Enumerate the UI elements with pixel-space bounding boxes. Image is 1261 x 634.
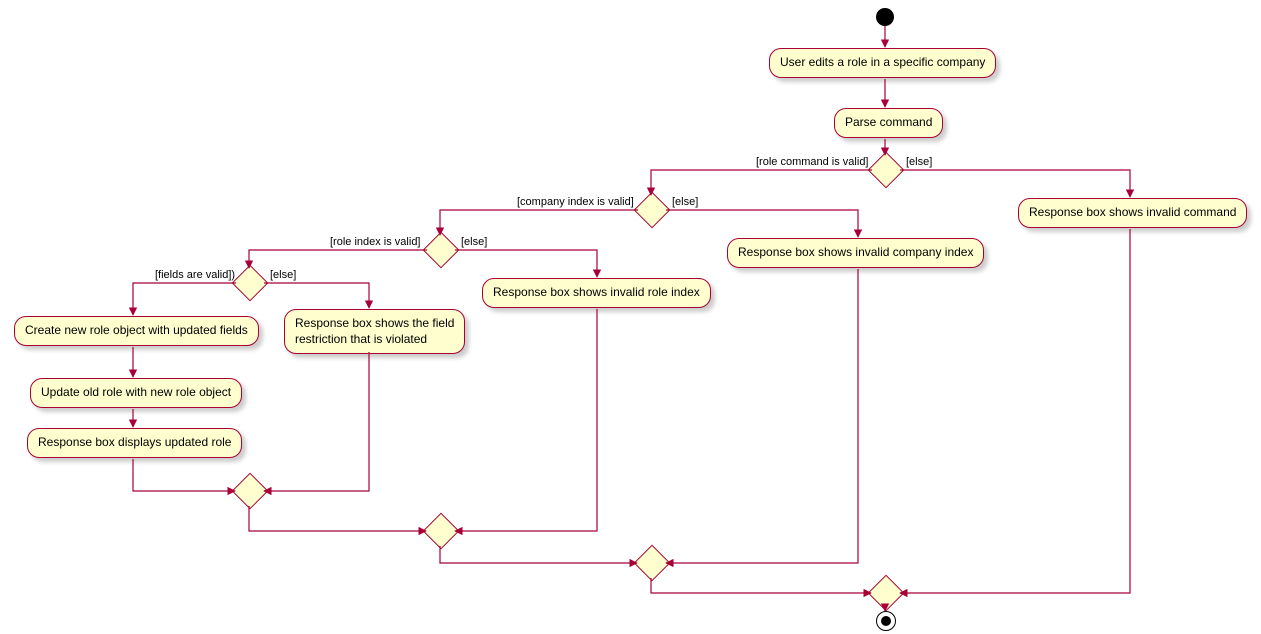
activity-create-role: Create new role object with updated fiel… — [14, 316, 259, 346]
activity-label: User edits a role in a specific company — [780, 55, 985, 69]
guard-label: [fields are valid]) — [155, 269, 235, 281]
activity-display-updated: Response box displays updated role — [27, 428, 242, 458]
guard-label: [else] — [461, 236, 487, 248]
activity-invalid-company: Response box shows invalid company index — [727, 238, 984, 268]
activity-invalid-role-index: Response box shows invalid role index — [482, 278, 711, 308]
guard-label: [else] — [270, 269, 296, 281]
activity-label: Response box shows invalid role index — [493, 285, 700, 299]
guard-label: [else] — [906, 156, 932, 168]
activity-label: Response box shows the field restriction… — [295, 316, 454, 346]
activity-label: Response box shows invalid company index — [738, 245, 973, 259]
activity-field-violation: Response box shows the field restriction… — [284, 309, 465, 354]
activity-update-role: Update old role with new role object — [30, 378, 242, 408]
activity-label: Create new role object with updated fiel… — [25, 323, 248, 337]
merge-role-index — [423, 513, 460, 550]
merge-company — [634, 545, 671, 582]
activity-label: Response box displays updated role — [38, 435, 231, 449]
guard-label: [role index is valid] — [330, 236, 421, 248]
guard-label: [company index is valid] — [517, 196, 634, 208]
decision-role-index — [423, 232, 460, 269]
activity-label: Update old role with new role object — [41, 385, 231, 399]
activity-invalid-command: Response box shows invalid command — [1018, 198, 1247, 228]
activity-label: Parse command — [845, 115, 932, 129]
decision-company-index — [634, 192, 671, 229]
end-node — [876, 611, 896, 631]
activity-parse-command: Parse command — [834, 108, 943, 138]
guard-label: [else] — [672, 196, 698, 208]
decision-fields-valid — [232, 265, 269, 302]
merge-fields — [232, 473, 269, 510]
merge-command — [868, 575, 905, 612]
start-node — [876, 8, 894, 26]
decision-role-command — [868, 152, 905, 189]
activity-label: Response box shows invalid command — [1029, 205, 1236, 219]
guard-label: [role command is valid] — [756, 156, 869, 168]
activity-user-edits: User edits a role in a specific company — [769, 48, 996, 78]
